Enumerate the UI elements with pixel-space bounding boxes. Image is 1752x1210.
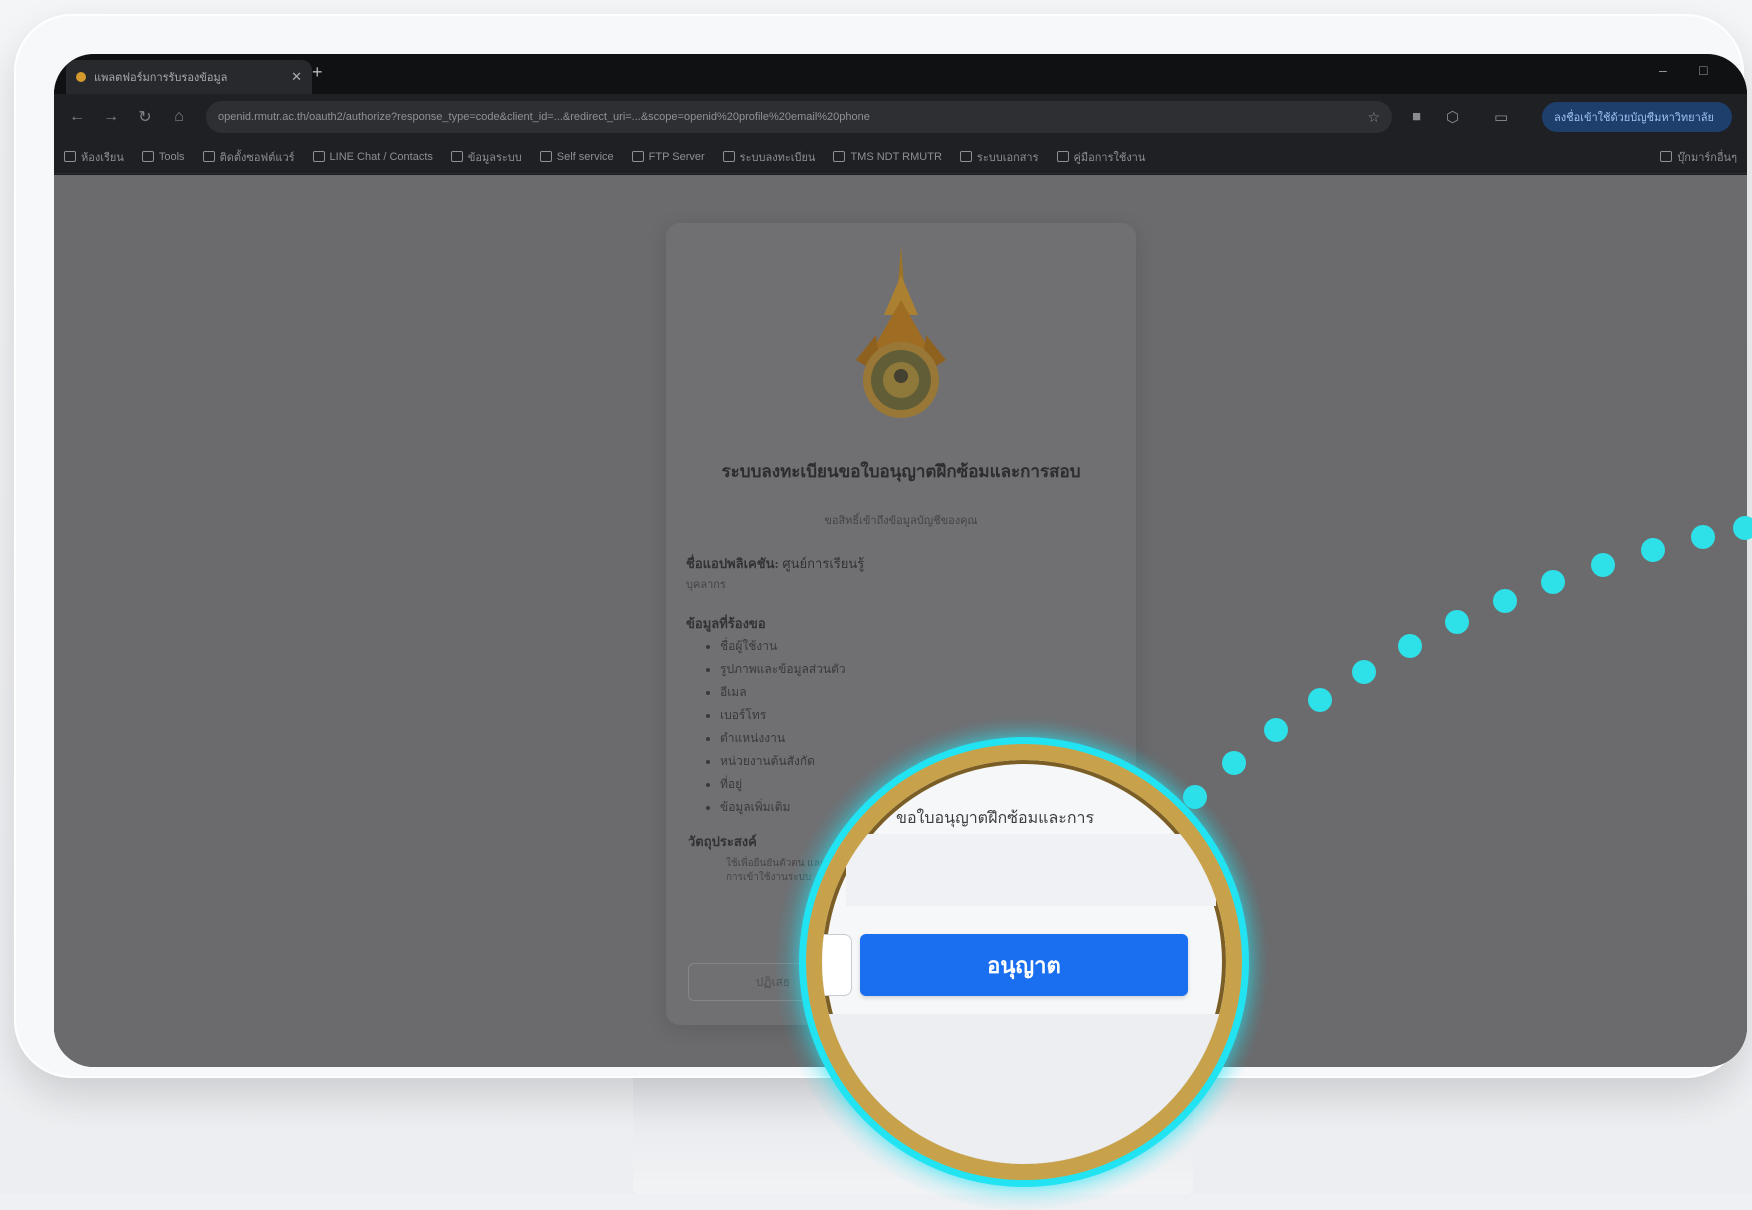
favicon-icon	[76, 72, 86, 82]
folder-icon	[631, 151, 644, 162]
bookmark-label: ข้อมูลระบบ	[467, 151, 522, 164]
bookmark-label: Tools	[158, 150, 185, 163]
home-icon[interactable]: ⌂	[162, 108, 196, 126]
folder-icon	[959, 151, 972, 162]
url-text: openid.rmutr.ac.th/oauth2/authorize?resp…	[218, 111, 870, 123]
bookmark-label: ติดตั้งซอฟต์แวร์	[219, 151, 295, 164]
folder-icon	[312, 151, 325, 162]
browser-tab[interactable]: แพลตฟอร์มการรับรองข้อมูล ✕	[66, 60, 312, 94]
folder-icon	[450, 151, 463, 162]
bookmark-label: ห้องเรียน	[81, 151, 124, 164]
bookmark-label: ระบบลงทะเบียน	[739, 151, 816, 164]
folder-icon	[1056, 151, 1069, 162]
bookmark-item[interactable]: ข้อมูลระบบ	[450, 148, 522, 166]
bookmark-label: TMS NDT RMUTR	[850, 150, 942, 163]
browser-toolbar: ← → ↻ ⌂ openid.rmutr.ac.th/oauth2/author…	[54, 94, 1747, 140]
puzzle-icon[interactable]: ⬡	[1446, 108, 1459, 126]
folder-icon	[202, 151, 215, 162]
forward-icon[interactable]: →	[94, 108, 128, 126]
folder-icon	[833, 151, 846, 162]
maximize-icon[interactable]: □	[1699, 62, 1707, 78]
tab-title: แพลตฟอร์มการรับรองข้อมูล	[94, 72, 228, 84]
magnified-footer	[822, 1014, 1226, 1164]
star-icon[interactable]: ☆	[1367, 109, 1380, 126]
magnified-description-box	[846, 834, 1216, 906]
address-bar[interactable]: openid.rmutr.ac.th/oauth2/authorize?resp…	[206, 101, 1392, 133]
magnifier-lens: ขอใบอนุญาตฝึกซ้อมและการ อนุญาต	[806, 744, 1242, 1180]
bookmark-label: LINE Chat / Contacts	[329, 150, 433, 163]
extension-icon[interactable]: ■	[1412, 108, 1421, 125]
bookmark-item[interactable]: บุ๊กมาร์กอื่นๆ	[1660, 148, 1737, 166]
folder-icon	[539, 151, 552, 162]
magnified-deny-button[interactable]	[822, 934, 852, 996]
folder-icon	[1660, 151, 1673, 162]
bookmark-item[interactable]: ติดตั้งซอฟต์แวร์	[202, 148, 295, 166]
bookmark-item[interactable]: Tools	[141, 150, 185, 163]
bookmark-item[interactable]: ระบบเอกสาร	[959, 148, 1039, 166]
close-tab-icon[interactable]: ✕	[291, 69, 302, 85]
folder-icon	[141, 151, 154, 162]
magnified-description: ขอใบอนุญาตฝึกซ้อมและการ	[896, 810, 1095, 827]
bookmark-item[interactable]: FTP Server	[631, 150, 705, 163]
tab-bar: แพลตฟอร์มการรับรองข้อมูล ✕ + – □	[54, 54, 1747, 94]
bookmark-item[interactable]: LINE Chat / Contacts	[312, 150, 433, 163]
bookmark-label: Self service	[556, 150, 614, 163]
magnified-content: ขอใบอนุญาตฝึกซ้อมและการ อนุญาต	[822, 760, 1226, 1164]
bookmark-item[interactable]: TMS NDT RMUTR	[833, 150, 942, 163]
sidepanel-icon[interactable]: ▭	[1494, 108, 1508, 126]
folder-icon	[722, 151, 735, 162]
folder-icon	[64, 151, 76, 162]
minimize-icon[interactable]: –	[1659, 62, 1667, 78]
bookmark-item[interactable]: ระบบลงทะเบียน	[722, 148, 816, 166]
bookmark-label: FTP Server	[648, 150, 705, 163]
bookmark-label: ระบบเอกสาร	[976, 151, 1039, 164]
back-icon[interactable]: ←	[60, 108, 94, 126]
new-tab-icon[interactable]: +	[312, 62, 323, 83]
bookmark-label: คู่มือการใช้งาน	[1073, 151, 1146, 164]
bookmarks-bar: ห้องเรียน Tools ติดตั้งซอฟต์แวร์ LINE Chat …	[54, 140, 1747, 174]
reload-icon[interactable]: ↻	[128, 107, 162, 127]
bookmark-item[interactable]: ห้องเรียน	[64, 148, 124, 166]
allow-button[interactable]: อนุญาต	[860, 934, 1188, 996]
bookmark-item[interactable]: Self service	[539, 150, 614, 163]
bookmark-label: บุ๊กมาร์กอื่นๆ	[1677, 151, 1737, 164]
profile-button[interactable]: ลงชื่อเข้าใช้ด้วยบัญชีมหาวิทยาลัย	[1542, 102, 1732, 132]
bookmark-item[interactable]: คู่มือการใช้งาน	[1056, 148, 1146, 166]
